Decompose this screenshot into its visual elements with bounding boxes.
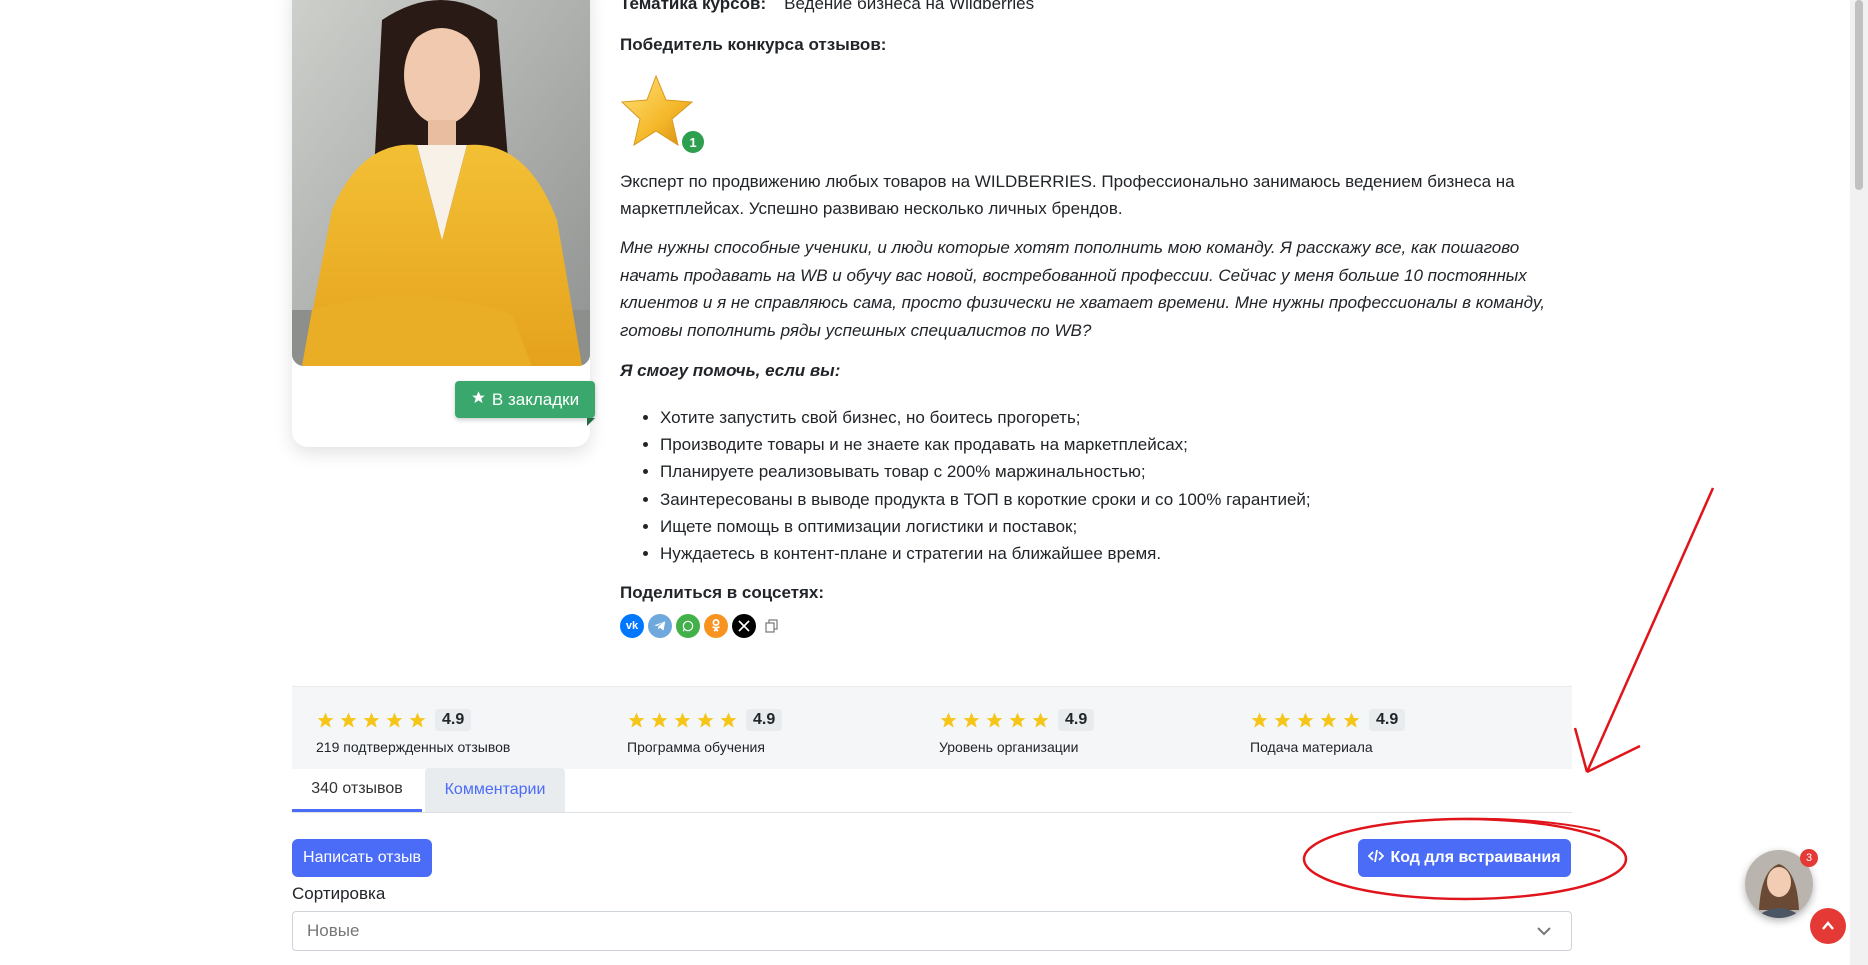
rating-label: Подача материала: [1250, 739, 1373, 755]
help-list: Хотите запустить свой бизнес, но боитесь…: [620, 404, 1311, 567]
star-icon: [363, 712, 380, 728]
star-icon: [317, 712, 334, 728]
annotation-arrow: [1573, 487, 1715, 774]
star-icon: [340, 712, 357, 728]
rating-score: 4.9: [1369, 709, 1406, 731]
review-tabs: 340 отзывов Комментарии: [292, 768, 1572, 813]
write-review-button[interactable]: Написать отзыв: [292, 839, 432, 877]
rating-organization: 4.9 Уровень организации: [939, 707, 1095, 755]
help-heading: Я смогу помочь, если вы:: [620, 361, 841, 380]
sort-value: Новые: [307, 921, 360, 940]
list-item: Планируете реализовывать товар с 200% ма…: [660, 458, 1311, 485]
rating-label: Уровень организации: [939, 739, 1079, 755]
chevron-down-icon: [1537, 927, 1551, 936]
star-rating: 4.9: [316, 707, 510, 733]
sort-label: Сортировка: [292, 884, 386, 903]
star-icon: [386, 712, 403, 728]
star-icon: [651, 712, 668, 728]
telegram-icon[interactable]: [648, 614, 672, 638]
ratings-summary: 4.9 219 подтвержденных отзывов 4.9 Прогр…: [292, 686, 1572, 769]
sort-select[interactable]: Новые: [292, 911, 1572, 951]
expert-photo-card: [292, 0, 590, 447]
x-icon[interactable]: [732, 614, 756, 638]
star-icon: [471, 390, 486, 410]
star-icon: [1251, 712, 1268, 728]
rating-overall: 4.9 219 подтвержденных отзывов: [316, 707, 510, 755]
list-item: Заинтересованы в выводе продукта в ТОП в…: [660, 486, 1311, 513]
star-icon: [720, 712, 737, 728]
rating-score: 4.9: [746, 709, 783, 731]
rating-label: Программа обучения: [627, 739, 765, 755]
star-icon: [1343, 712, 1360, 728]
about-paragraph-1: Эксперт по продвижению любых товаров на …: [620, 172, 1515, 218]
star-icon: [940, 712, 957, 728]
winner-badge-count: 1: [680, 129, 706, 155]
list-item: Производите товары и не знаете как прода…: [660, 431, 1311, 458]
course-topic: Тематика курсов: Ведение бизнеса на Wildb…: [620, 0, 1034, 14]
star-rating: 4.9: [627, 707, 783, 733]
star-icon: [963, 712, 980, 728]
tab-comments[interactable]: Комментарии: [425, 768, 565, 812]
star-icon: [1274, 712, 1291, 728]
odnoklassniki-icon[interactable]: [704, 614, 728, 638]
list-item: Ищете помощь в оптимизации логистики и п…: [660, 513, 1311, 540]
star-icon: [986, 712, 1003, 728]
star-icon: [674, 712, 691, 728]
rating-score: 4.9: [435, 709, 472, 731]
topic-label: Тематика курсов:: [620, 0, 767, 13]
page-scrollbar[interactable]: [1850, 0, 1868, 965]
share-label: Поделиться в соцсетях:: [620, 583, 825, 602]
list-item: Хотите запустить свой бизнес, но боитесь…: [660, 404, 1311, 431]
star-icon: [1032, 712, 1049, 728]
rating-material: 4.9 Подача материала: [1250, 707, 1406, 755]
rating-score: 4.9: [1058, 709, 1095, 731]
bookmark-button[interactable]: В закладки: [455, 381, 595, 426]
rating-program: 4.9 Программа обучения: [627, 707, 783, 755]
star-icon: [1009, 712, 1026, 728]
star-icon: [1320, 712, 1337, 728]
chevron-up-icon: [1822, 921, 1834, 930]
whatsapp-icon[interactable]: [676, 614, 700, 638]
star-rating: 4.9: [1250, 707, 1406, 733]
star-icon: [1297, 712, 1314, 728]
copy-icon[interactable]: [760, 614, 784, 638]
winner-badge: 1: [620, 72, 710, 157]
bookmark-label: В закладки: [491, 389, 580, 409]
star-icon: [697, 712, 714, 728]
star-icon: [628, 712, 645, 728]
vk-icon[interactable]: vk: [620, 614, 644, 638]
scroll-to-top-button[interactable]: [1810, 908, 1846, 944]
topic-value: Ведение бизнеса на Wildberries: [784, 0, 1035, 13]
scrollbar-thumb[interactable]: [1855, 0, 1863, 190]
write-review-label: Написать отзыв: [303, 849, 421, 866]
expert-photo: [292, 0, 590, 366]
list-item: Нуждаетесь в контент-плане и стратегии н…: [660, 540, 1311, 567]
star-rating: 4.9: [939, 707, 1095, 733]
tab-reviews[interactable]: 340 отзывов: [292, 768, 422, 812]
annotation-ellipse: [1302, 817, 1628, 901]
chat-notification-badge: 3: [1800, 849, 1818, 867]
share-buttons: vk: [620, 614, 784, 638]
about-paragraph-2: Мне нужны способные ученики, и люди кото…: [620, 238, 1545, 340]
rating-label: 219 подтвержденных отзывов: [316, 739, 511, 755]
winner-label: Победитель конкурса отзывов:: [620, 35, 887, 54]
star-icon: [409, 712, 426, 728]
